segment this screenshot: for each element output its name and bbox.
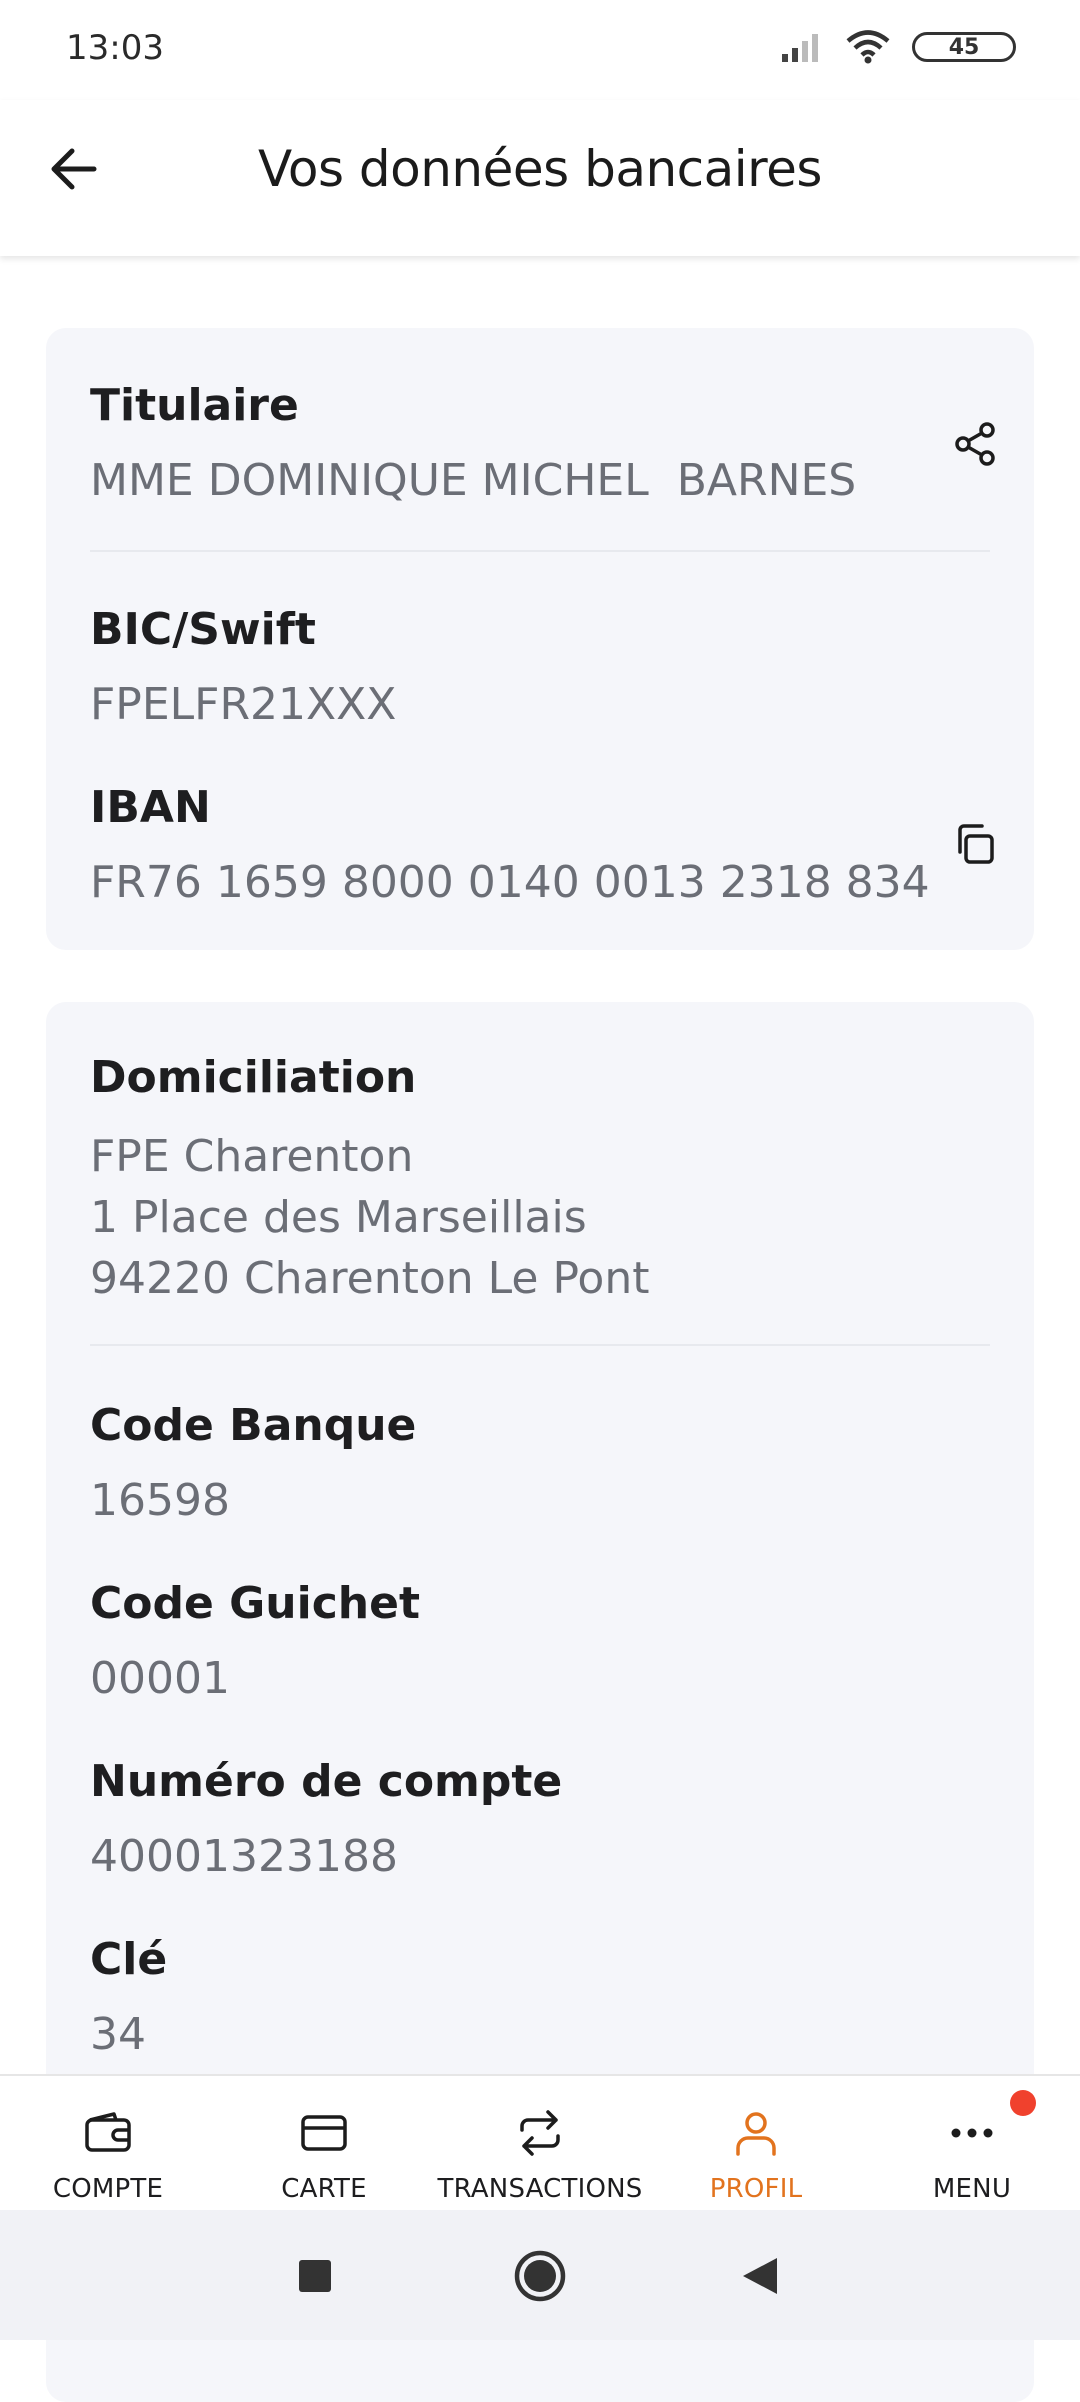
home-button[interactable] <box>510 2246 570 2306</box>
wallet-icon <box>0 2104 216 2162</box>
app-header: Vos données bancaires <box>0 100 1080 256</box>
battery-icon: 45 <box>912 32 1016 62</box>
divider <box>90 1344 990 1346</box>
copy-icon <box>958 824 994 864</box>
nav-label-transactions: TRANSACTIONS <box>437 2174 643 2204</box>
user-icon <box>648 2104 864 2162</box>
divider <box>90 550 990 552</box>
code-banque-label: Code Banque <box>90 1400 417 1451</box>
iban-value: FR76 1659 8000 0140 0013 2318 834 <box>90 857 930 908</box>
recent-apps-button[interactable] <box>285 2246 345 2306</box>
nav-label-profil: PROFIL <box>709 2174 803 2204</box>
iban-label: IBAN <box>90 782 211 833</box>
status-icons: 45 <box>780 30 1016 64</box>
bic-value: FPELFR21XXX <box>90 679 397 730</box>
transfer-icon <box>432 2104 648 2162</box>
page-title: Vos données bancaires <box>258 140 822 198</box>
holder-label: Titulaire <box>90 380 299 431</box>
code-guichet-label: Code Guichet <box>90 1578 420 1629</box>
system-navigation-bar <box>0 2210 1080 2340</box>
status-bar: 13:03 45 <box>0 0 1080 100</box>
nav-item-compte[interactable]: COMPTE <box>0 2076 216 2212</box>
cle-label: Clé <box>90 1934 168 1985</box>
account-holder-card: Titulaire MME DOMINIQUE MICHEL BARNES BI… <box>46 328 1034 950</box>
signal-icon <box>782 34 818 62</box>
notification-badge <box>1010 2090 1036 2116</box>
square-icon <box>299 2260 331 2292</box>
nav-item-menu[interactable]: MENU <box>864 2076 1080 2212</box>
holder-value: MME DOMINIQUE MICHEL BARNES <box>90 455 857 506</box>
card-icon <box>216 2104 432 2162</box>
nav-item-profil[interactable]: PROFIL <box>648 2076 864 2212</box>
share-button[interactable] <box>944 412 1008 476</box>
account-number-value: 40001323188 <box>90 1831 398 1882</box>
nav-item-transactions[interactable]: TRANSACTIONS <box>432 2076 648 2212</box>
nav-label-compte: COMPTE <box>52 2174 164 2204</box>
wifi-icon <box>846 30 890 64</box>
domiciliation-value: FPE Charenton 1 Place des Marseillais 94… <box>90 1131 650 1304</box>
triangle-back-icon <box>743 2258 777 2294</box>
code-banque-value: 16598 <box>90 1475 230 1526</box>
code-guichet-value: 00001 <box>90 1653 230 1704</box>
nav-item-carte[interactable]: CARTE <box>216 2076 432 2212</box>
nav-label-carte: CARTE <box>281 2174 367 2204</box>
share-icon <box>955 422 995 466</box>
more-icon <box>864 2104 1080 2162</box>
nav-label-menu: MENU <box>932 2174 1012 2204</box>
circle-icon <box>514 2250 566 2302</box>
cle-value: 34 <box>90 2009 146 2060</box>
bottom-navigation: COMPTE CARTE TRANSACTIONS PROFIL MENU <box>0 2074 1080 2212</box>
battery-level: 45 <box>948 34 980 60</box>
domiciliation-label: Domiciliation <box>90 1052 417 1103</box>
bic-label: BIC/Swift <box>90 604 316 655</box>
account-number-label: Numéro de compte <box>90 1756 563 1807</box>
status-time: 13:03 <box>66 28 164 68</box>
copy-iban-button[interactable] <box>944 812 1008 876</box>
system-back-button[interactable] <box>730 2246 790 2306</box>
